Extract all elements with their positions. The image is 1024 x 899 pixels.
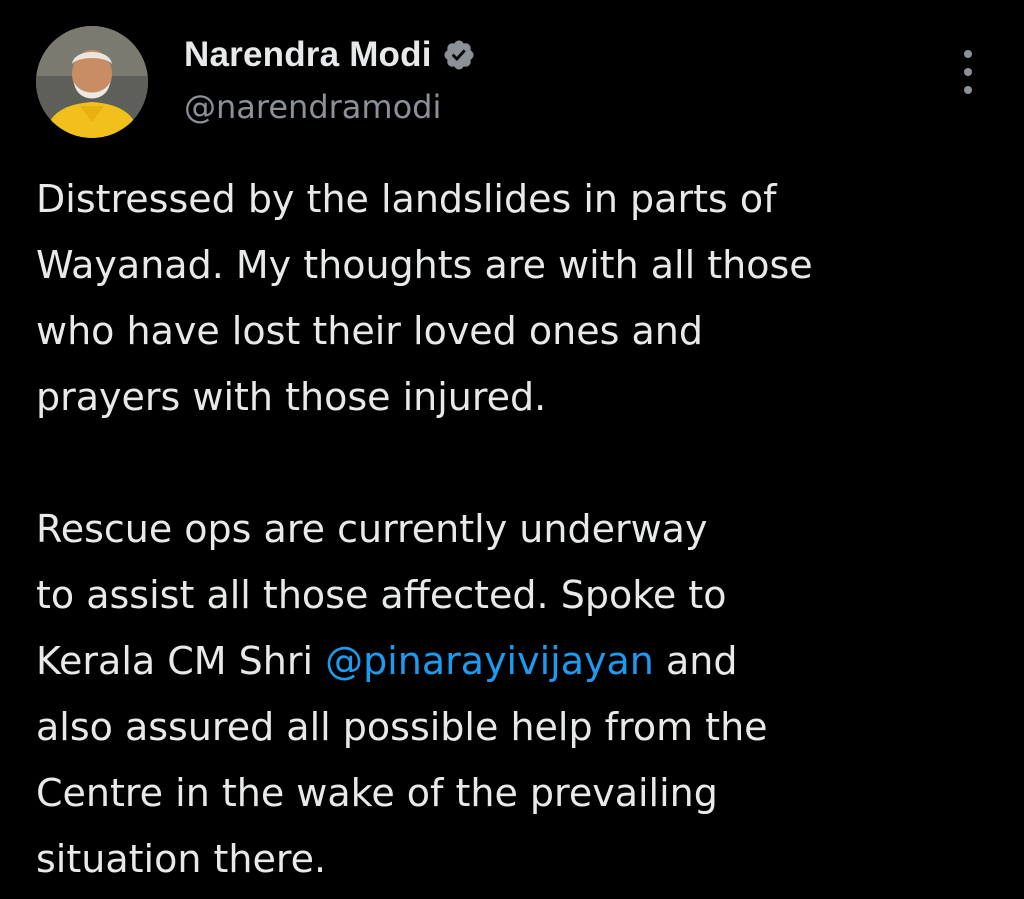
tweet-line: also assured all possible help from the xyxy=(36,705,768,749)
tweet-text-segment: and xyxy=(653,639,738,683)
tweet-line: who have lost their loved ones and xyxy=(36,309,703,353)
more-dot xyxy=(964,68,972,76)
tweet-line: Distressed by the landslides in parts of xyxy=(36,177,777,221)
tweet-line-with-mention: Kerala CM Shri @pinarayivijayan and xyxy=(36,628,1001,694)
more-dot xyxy=(964,86,972,94)
tweet-card: Narendra Modi @narendramodi Distressed b… xyxy=(0,0,1024,899)
tweet-line: prayers with those injured. xyxy=(36,375,547,419)
display-name-row: Narendra Modi xyxy=(184,32,476,78)
display-name[interactable]: Narendra Modi xyxy=(184,35,432,75)
tweet-paragraph-2: Rescue ops are currently underway to ass… xyxy=(36,496,1001,892)
author-block: Narendra Modi @narendramodi xyxy=(184,32,476,126)
avatar[interactable] xyxy=(36,26,148,138)
tweet-line: Wayanad. My thoughts are with all those xyxy=(36,243,813,287)
tweet-paragraph-1: Distressed by the landslides in parts of… xyxy=(36,166,1001,430)
tweet-line: Rescue ops are currently underway xyxy=(36,507,708,551)
tweet-text: Distressed by the landslides in parts of… xyxy=(36,166,1001,892)
tweet-line: situation there. xyxy=(36,837,327,881)
user-handle[interactable]: @narendramodi xyxy=(184,88,476,126)
mention-link[interactable]: @pinarayivijayan xyxy=(325,639,654,683)
more-dot xyxy=(964,50,972,58)
tweet-line: to assist all those affected. Spoke to xyxy=(36,573,727,617)
verified-badge-icon[interactable] xyxy=(442,38,476,72)
tweet-text-segment: Kerala CM Shri xyxy=(36,639,326,683)
tweet-header: Narendra Modi @narendramodi xyxy=(36,26,996,146)
tweet-line: Centre in the wake of the prevailing xyxy=(36,771,718,815)
avatar-image xyxy=(36,26,148,138)
more-vertical-icon[interactable] xyxy=(956,48,980,96)
